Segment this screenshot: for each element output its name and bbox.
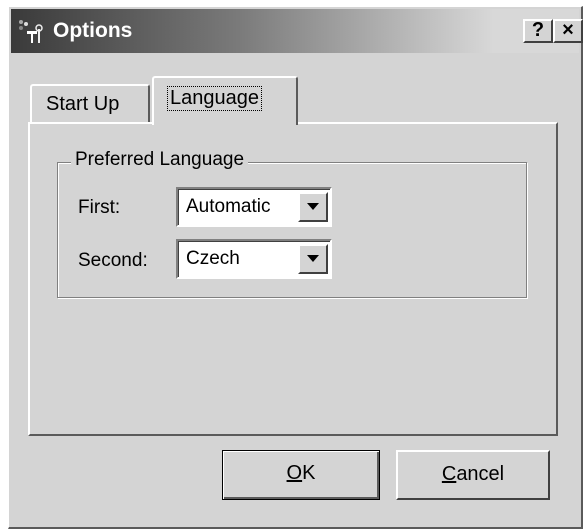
preferred-language-group: Preferred Language First: Automatic Seco… (57, 149, 527, 298)
tab-start-up-label: Start Up (46, 93, 120, 115)
chevron-down-icon[interactable] (298, 244, 328, 274)
group-title: Preferred Language (71, 149, 249, 171)
close-button[interactable]: × (553, 19, 583, 43)
window-title: Options (53, 19, 133, 42)
ok-mnemonic: O (286, 462, 303, 484)
ok-button[interactable]: OK (222, 450, 380, 500)
ok-label-rest: K (302, 462, 316, 484)
tab-start-up[interactable]: Start Up (30, 84, 150, 124)
second-label: Second: (78, 250, 148, 271)
cancel-label-rest: ancel (456, 463, 505, 485)
close-icon: × (562, 19, 574, 41)
first-language-select[interactable]: Automatic (176, 187, 332, 227)
second-language-select[interactable]: Czech (176, 239, 332, 279)
chevron-down-icon[interactable] (298, 192, 328, 222)
first-label: First: (78, 197, 121, 218)
tab-language-label: Language (167, 86, 262, 111)
second-language-value: Czech (186, 248, 240, 269)
tab-language[interactable]: Language (152, 76, 298, 125)
first-language-value: Automatic (186, 196, 271, 217)
options-tools-icon (19, 20, 43, 43)
help-button[interactable]: ? (523, 19, 553, 43)
tab-panel-language: Preferred Language First: Automatic Seco… (28, 122, 558, 436)
cancel-mnemonic: C (441, 463, 457, 485)
title-bar[interactable]: Options ? × (11, 9, 583, 53)
cancel-button[interactable]: Cancel (396, 450, 550, 500)
